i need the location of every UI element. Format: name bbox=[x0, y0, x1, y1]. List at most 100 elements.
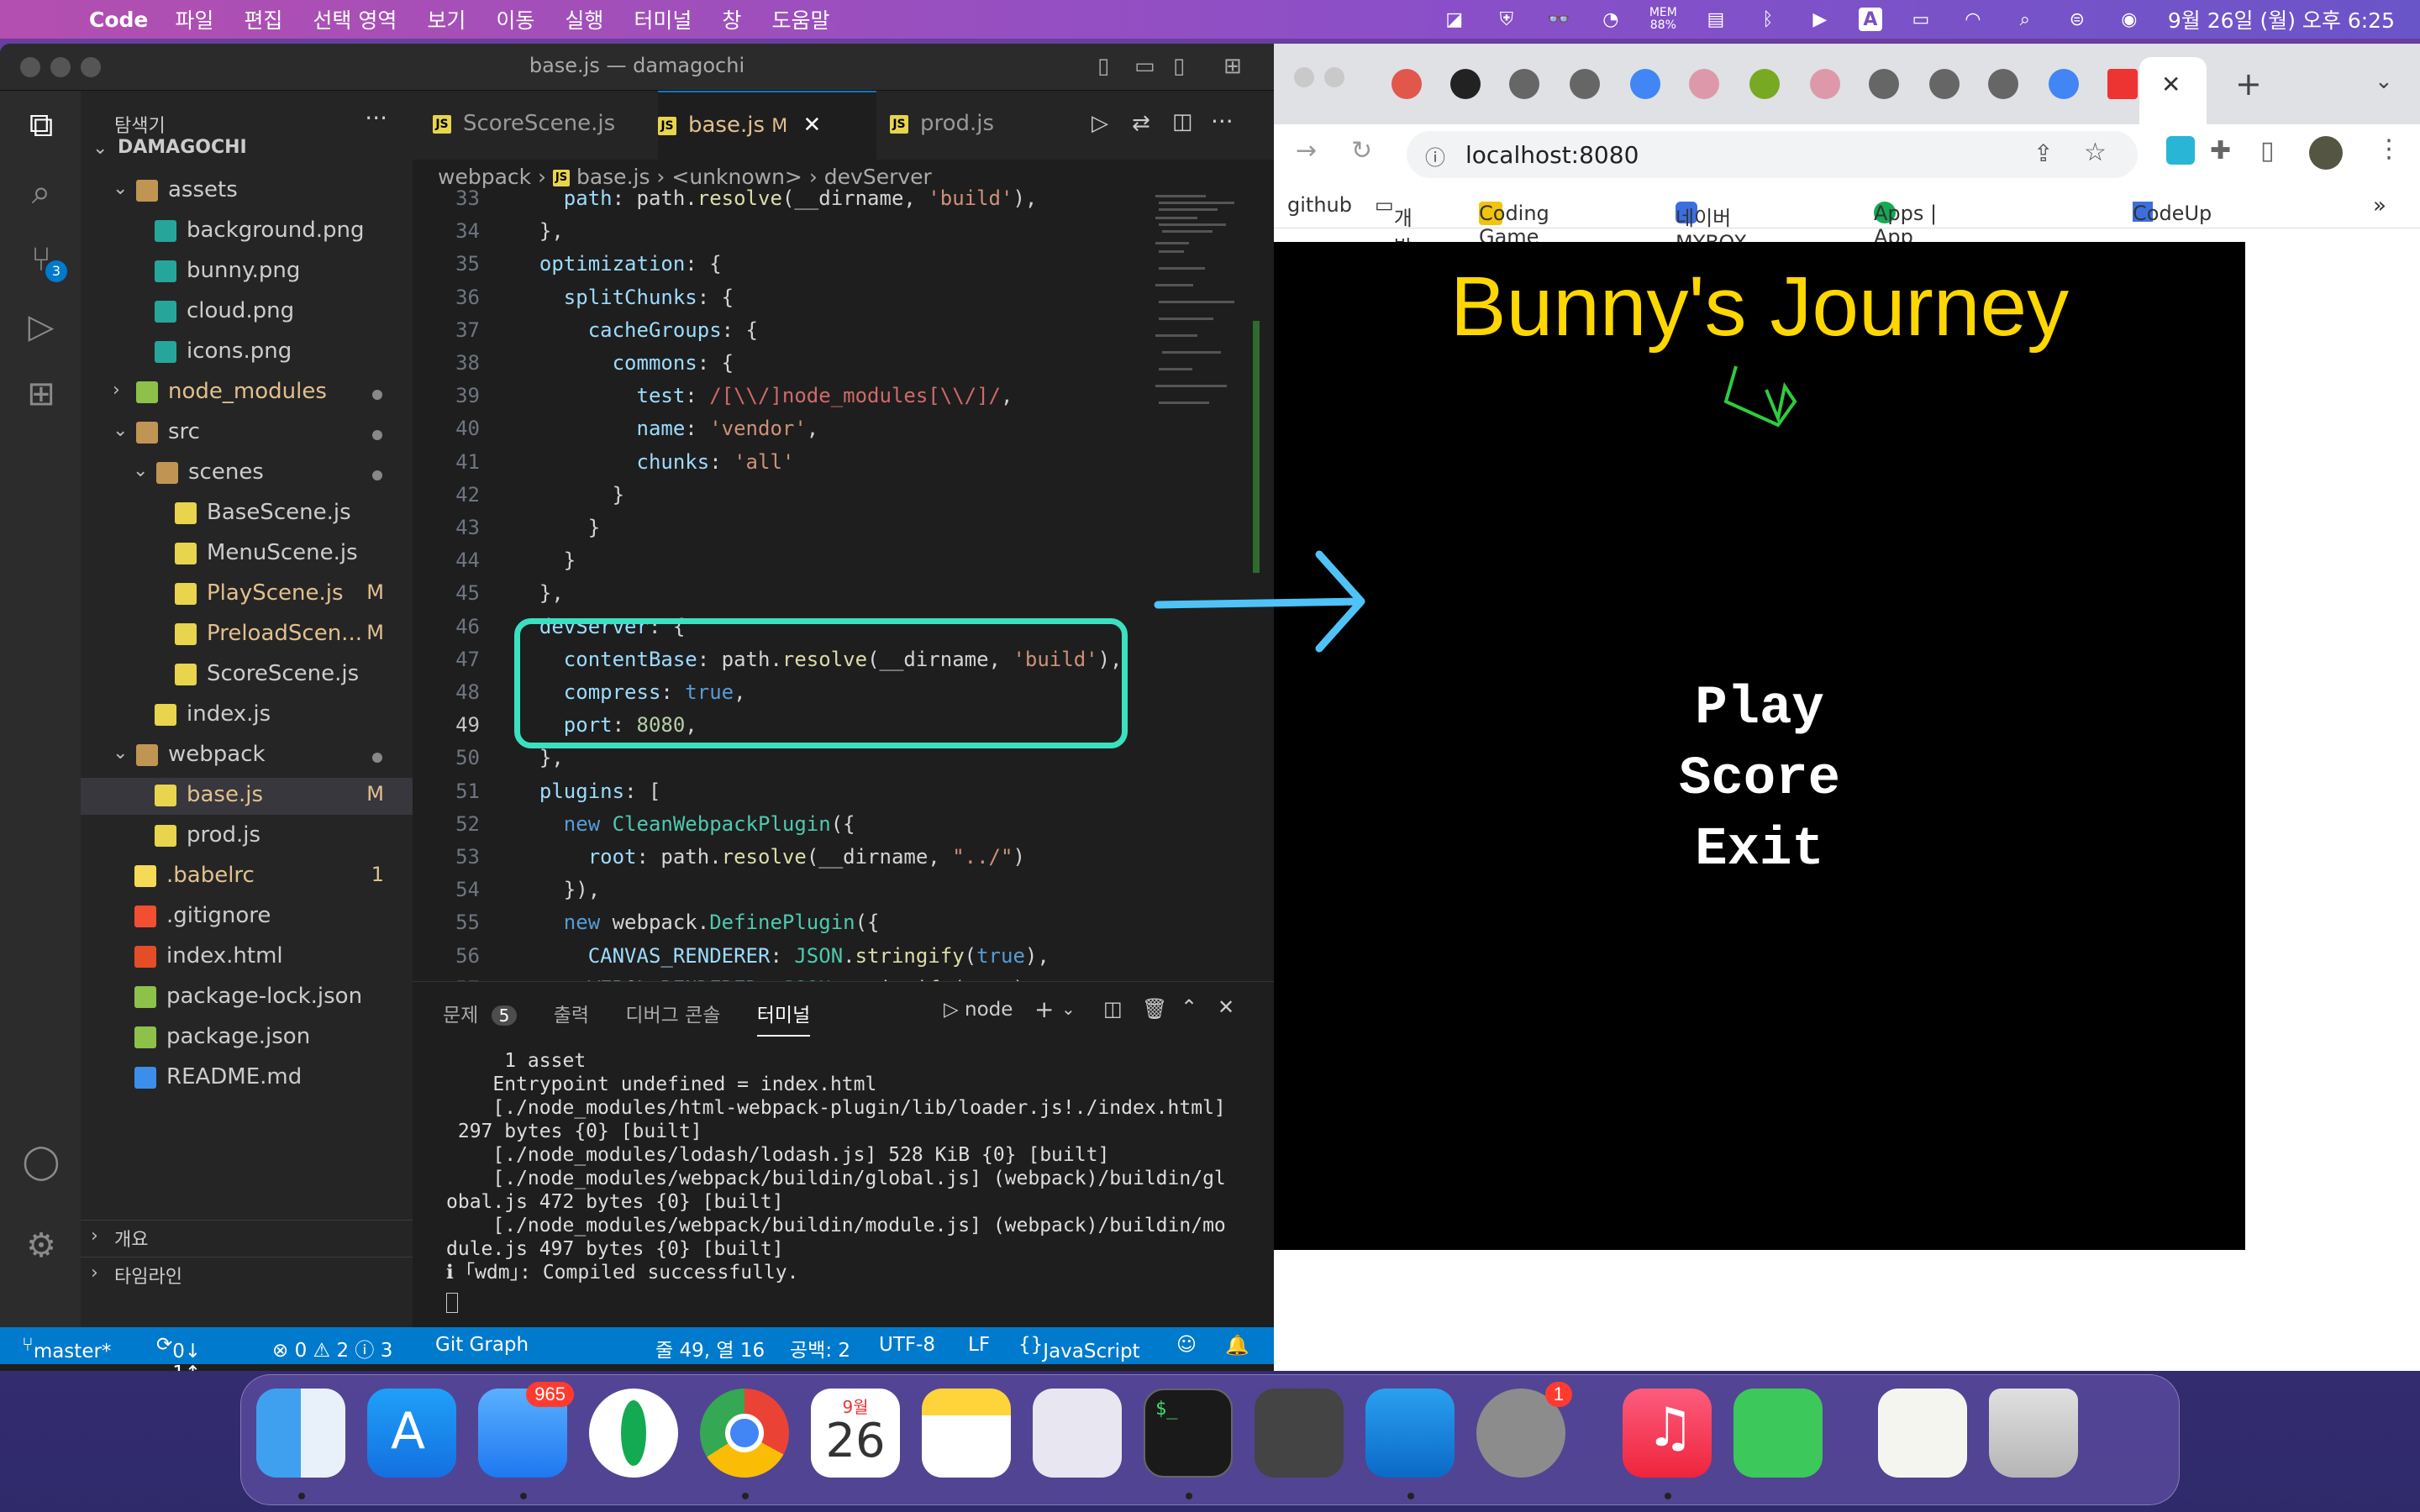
github-tab-icon[interactable] bbox=[1450, 69, 1481, 99]
calendar-icon[interactable]: 9월 26 bbox=[811, 1389, 900, 1478]
search-icon[interactable]: ⌕ bbox=[2012, 8, 2039, 31]
explorer-more-icon[interactable]: ··· bbox=[365, 104, 387, 132]
terminal-output[interactable]: 1 asset Entrypoint undefined = index.htm… bbox=[446, 1049, 1253, 1284]
facetime-icon[interactable] bbox=[1733, 1389, 1823, 1478]
eol-status[interactable]: LF bbox=[968, 1334, 990, 1356]
tree-item[interactable]: PreloadScen... M bbox=[81, 617, 413, 654]
chrome-menu-icon[interactable]: ⋮ bbox=[2376, 134, 2402, 164]
explorer-icon[interactable]: ⧉ bbox=[20, 104, 62, 146]
bookmark-folder-dev[interactable]: ▭ 개발 bbox=[1375, 193, 1413, 260]
tab-debug-console[interactable]: 디버그 콘솔 bbox=[625, 1005, 720, 1026]
toggle-secondary-sidebar-icon[interactable]: ▯ bbox=[1173, 54, 1185, 79]
breadcrumb-item[interactable]: <unknown> bbox=[671, 165, 802, 189]
terminal-shell-selector[interactable]: ▷ node bbox=[944, 999, 1013, 1021]
language-status[interactable]: {} JavaScript bbox=[1018, 1334, 1140, 1362]
menu-exit[interactable]: Exit bbox=[1274, 820, 2245, 880]
vscode-icon[interactable] bbox=[1365, 1389, 1455, 1478]
settings-gear-icon[interactable]: ⚙ bbox=[20, 1225, 62, 1267]
input-source-icon[interactable]: A bbox=[1858, 8, 1882, 31]
google-tab-icon[interactable] bbox=[1630, 69, 1660, 99]
minimize-window-button[interactable] bbox=[1324, 67, 1344, 87]
globe-tab-icon[interactable] bbox=[1570, 69, 1600, 99]
menu-window[interactable]: 창 bbox=[722, 4, 741, 34]
menu-play[interactable]: Play bbox=[1274, 679, 2245, 739]
tab-favicon-icon[interactable] bbox=[2107, 69, 2138, 99]
cursor-position[interactable]: 줄 49, 열 16 bbox=[655, 1334, 765, 1362]
tree-item[interactable]: base.js M bbox=[81, 778, 413, 815]
tab-problems[interactable]: 문제 bbox=[443, 1005, 478, 1026]
close-panel-icon[interactable]: ✕ bbox=[1218, 995, 1234, 1019]
breadcrumb-item[interactable]: base.js bbox=[576, 165, 650, 189]
tree-item[interactable]: ⌄ src bbox=[81, 415, 413, 452]
menu-score[interactable]: Score bbox=[1274, 749, 2245, 810]
close-tab-icon[interactable]: ✕ bbox=[2161, 71, 2181, 98]
tree-item[interactable]: README.md bbox=[81, 1060, 413, 1097]
git-graph-status[interactable]: Git Graph bbox=[435, 1334, 529, 1356]
terminal-icon[interactable]: $_ bbox=[1144, 1389, 1233, 1478]
battery-icon[interactable]: ▭ bbox=[1907, 8, 1934, 31]
back-icon[interactable]: → bbox=[1296, 136, 1317, 165]
tab-base-js[interactable]: JS base.js M ✕ bbox=[658, 91, 876, 160]
google-tab-icon[interactable] bbox=[2049, 69, 2079, 99]
globe-tab-icon[interactable] bbox=[1988, 69, 2018, 99]
close-window-button[interactable] bbox=[1294, 67, 1314, 87]
memory-monitor[interactable]: MEM 88% bbox=[1649, 7, 1677, 32]
bookmark-star-icon[interactable]: ☆ bbox=[2084, 138, 2107, 167]
breadcrumb-item[interactable]: devServer bbox=[824, 165, 932, 189]
split-terminal-icon[interactable]: ◫ bbox=[1103, 997, 1123, 1021]
tree-item[interactable]: background.png bbox=[81, 213, 413, 250]
notes-icon[interactable] bbox=[922, 1389, 1011, 1478]
search-icon[interactable]: ⌕ bbox=[20, 171, 62, 213]
new-tab-button[interactable]: + bbox=[2235, 66, 2262, 102]
tab-prod-js[interactable]: JS prod.js bbox=[890, 91, 1058, 160]
finder-icon[interactable] bbox=[256, 1389, 345, 1478]
accounts-icon[interactable]: ◯ bbox=[20, 1141, 62, 1183]
tab-favicon-icon[interactable] bbox=[1689, 69, 1719, 99]
sync-status[interactable]: ⟳ 0↓ 1↑ bbox=[156, 1334, 201, 1371]
clipboard-icon[interactable]: ▤ bbox=[1702, 8, 1729, 31]
tree-item[interactable]: MenuScene.js bbox=[81, 536, 413, 573]
datetime[interactable]: 9월 26일 (월) 오후 6:25 bbox=[2168, 4, 2395, 34]
tree-item[interactable]: .babelrc 1 bbox=[81, 858, 413, 895]
wifi-icon[interactable]: ◠ bbox=[1960, 8, 1986, 31]
bluetooth-icon[interactable]: ᛒ bbox=[1754, 8, 1781, 31]
mongodb-compass-icon[interactable] bbox=[589, 1389, 678, 1478]
trash-icon[interactable]: 🗑 bbox=[1142, 997, 1167, 1021]
new-terminal-icon[interactable]: + bbox=[1034, 995, 1054, 1023]
menu-terminal[interactable]: 터미널 bbox=[634, 4, 692, 34]
globe-tab-icon[interactable] bbox=[1869, 69, 1899, 99]
menu-selection[interactable]: 선택 영역 bbox=[313, 4, 397, 34]
side-panel-icon[interactable]: ▯ bbox=[2260, 136, 2275, 165]
extensions-icon[interactable]: ⊞ bbox=[20, 373, 62, 415]
tab-search-icon[interactable]: ⌄ bbox=[2375, 69, 2393, 94]
tree-item[interactable]: › node_modules bbox=[81, 375, 413, 412]
menu-view[interactable]: 보기 bbox=[427, 4, 466, 34]
indentation-status[interactable]: 공백: 2 bbox=[790, 1334, 850, 1362]
menu-run[interactable]: 실행 bbox=[565, 4, 603, 34]
tree-item[interactable]: index.html bbox=[81, 939, 413, 976]
globe-tab-icon[interactable] bbox=[1929, 69, 1960, 99]
menu-app-name[interactable]: Code bbox=[89, 8, 148, 32]
extension-icon[interactable] bbox=[2166, 136, 2195, 165]
play-icon[interactable]: ▶ bbox=[1807, 8, 1833, 31]
chrome-icon[interactable] bbox=[700, 1389, 789, 1478]
notifications-bell-icon[interactable]: 🔔 bbox=[1225, 1334, 1249, 1357]
tree-item[interactable]: PlayScene.js M bbox=[81, 576, 413, 613]
trash-icon[interactable] bbox=[1989, 1389, 2078, 1478]
tab-favicon-icon[interactable] bbox=[1392, 69, 1422, 99]
screenshot-icon[interactable] bbox=[1255, 1389, 1344, 1478]
tab-terminal[interactable]: 터미널 bbox=[756, 1005, 811, 1037]
toggle-panel-icon[interactable]: ▭ bbox=[1134, 54, 1155, 79]
mail-icon[interactable]: 965 bbox=[478, 1382, 574, 1478]
site-info-icon[interactable]: ⓘ bbox=[1425, 141, 1445, 171]
tree-item[interactable]: cloud.png bbox=[81, 294, 413, 331]
tree-item[interactable]: icons.png bbox=[81, 334, 413, 371]
downloads-stack-icon[interactable] bbox=[1878, 1389, 1967, 1478]
reload-icon[interactable]: ↻ bbox=[1351, 136, 1372, 165]
run-icon[interactable]: ▷ bbox=[1092, 111, 1108, 136]
glasses-icon[interactable]: 👓 bbox=[1545, 8, 1572, 31]
menu-help[interactable]: 도움말 bbox=[771, 4, 829, 34]
bookmark-github[interactable]: github bbox=[1287, 193, 1352, 217]
tab-scorescene[interactable]: JS ScoreScene.js bbox=[433, 91, 643, 160]
customize-layout-icon[interactable]: ⊞ bbox=[1223, 54, 1242, 79]
